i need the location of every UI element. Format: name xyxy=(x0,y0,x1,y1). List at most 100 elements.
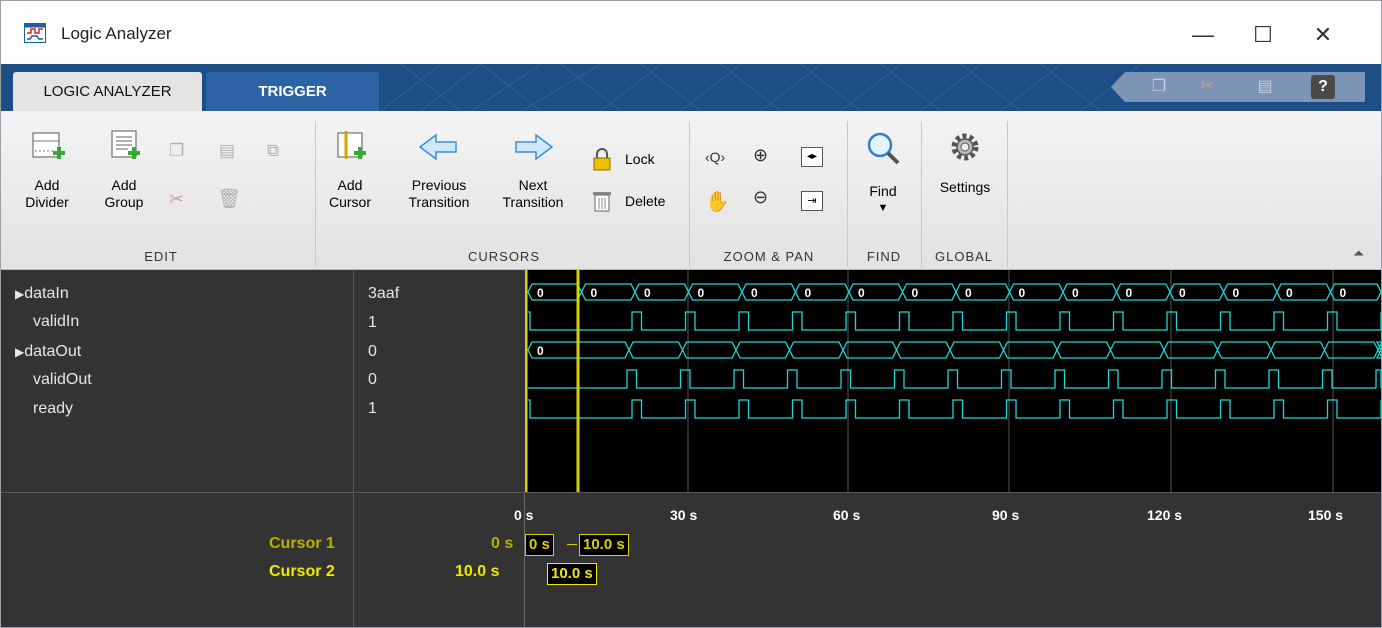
logic-analyzer-app-icon xyxy=(24,23,46,43)
zoom-cursors-icon[interactable]: ⇥ xyxy=(801,191,823,211)
bus-value-label: 0 xyxy=(1233,286,1240,300)
add-group-label-1: Add xyxy=(111,177,137,193)
expand-arrow-icon[interactable]: ▶ xyxy=(15,345,24,359)
add-cursor-button[interactable]: Add Cursor xyxy=(321,129,379,211)
tab-logic-analyzer[interactable]: LOGIC ANALYZER xyxy=(13,72,202,111)
lock-button[interactable] xyxy=(591,147,613,174)
collapse-toolstrip-icon[interactable]: ⏶ xyxy=(1353,245,1364,262)
add-group-button[interactable]: Add Group xyxy=(99,129,149,211)
waveform-canvas[interactable]: 0 0 0 0 0 0 0 0 0 0 0 0 0 0 0 0 0 xyxy=(524,270,1381,492)
bus-value-label: 0 xyxy=(858,286,865,300)
copy-icon[interactable]: ❐ xyxy=(1147,75,1171,99)
copy-icon[interactable]: ❐ xyxy=(169,141,184,161)
zoom-in-icon[interactable]: ⊕ xyxy=(753,145,768,166)
delete-signal-icon[interactable]: 🗑 xyxy=(217,187,241,211)
signal-name: validIn xyxy=(33,313,80,330)
signal-name: dataOut xyxy=(24,343,82,360)
bus-value-label: 0 xyxy=(805,286,812,300)
previous-transition-button[interactable]: Previous Transition xyxy=(397,129,481,211)
signal-row-validout[interactable]: validOut xyxy=(33,371,92,389)
close-button[interactable]: ✕ xyxy=(1303,15,1343,55)
next-transition-label-1: Next xyxy=(518,177,548,193)
cursor-1-name[interactable]: Cursor 1 xyxy=(269,535,335,553)
expand-arrow-icon[interactable]: ▶ xyxy=(15,287,24,301)
bus-value-label: 0 xyxy=(1286,286,1293,300)
arrow-left-icon xyxy=(418,133,457,161)
cut-icon[interactable]: ✂ xyxy=(1195,75,1219,99)
separator xyxy=(315,121,316,267)
signal-row-ready[interactable]: ready xyxy=(33,400,73,418)
zoom-auto-icon[interactable]: ‹Q› xyxy=(705,149,725,165)
cursor-1-marker[interactable]: 0 s xyxy=(525,534,554,556)
delete-cursor-button[interactable] xyxy=(591,189,613,216)
find-dropdown-icon[interactable]: ▼ xyxy=(853,200,913,217)
title-bar: Logic Analyzer — ☐ ✕ xyxy=(1,1,1381,64)
minimize-icon: — xyxy=(1192,22,1214,47)
separator xyxy=(921,121,922,267)
bus-value-label: 0 xyxy=(537,344,544,358)
find-button[interactable]: Find ▼ xyxy=(853,129,913,217)
tab-trigger[interactable]: TRIGGER xyxy=(206,72,379,111)
pulse-signal xyxy=(528,311,1381,331)
add-cursor-icon xyxy=(337,131,366,159)
signal-name: validOut xyxy=(33,371,92,388)
minimize-button[interactable]: — xyxy=(1183,15,1223,55)
bus-value-label: 0 xyxy=(1179,286,1186,300)
bus-value-label: 0 xyxy=(698,286,705,300)
add-cursor-label-1: Add xyxy=(337,177,363,193)
signal-row-dataout[interactable]: ▶dataOut xyxy=(15,343,81,361)
cut-icon[interactable]: ✂ xyxy=(169,189,184,210)
signal-panel: ▶dataIn validIn ▶dataOut validOut ready … xyxy=(1,270,1381,492)
maximize-button[interactable]: ☐ xyxy=(1243,15,1283,55)
delta-connector xyxy=(567,544,577,545)
bus-value-label: 0 xyxy=(1340,286,1347,300)
fit-to-view-icon[interactable]: ◂▸ xyxy=(801,147,823,167)
bus-value-label: 0 xyxy=(644,286,651,300)
group-label-find: FIND xyxy=(866,249,902,264)
signal-value: 0 xyxy=(368,371,377,388)
paste-icon[interactable]: ▤ xyxy=(1253,75,1277,99)
duplicate-icon[interactable]: ⧉ xyxy=(267,141,279,161)
cursor-2-name[interactable]: Cursor 2 xyxy=(269,563,335,581)
window-title: Logic Analyzer xyxy=(61,24,172,43)
quick-access-toolbar: ❐ ✂ ▤ ? xyxy=(1111,72,1365,102)
ribbon-tab-strip: LOGIC ANALYZER TRIGGER ❐ ✂ ▤ ? xyxy=(1,64,1381,111)
time-tick: 60 s xyxy=(833,507,861,523)
settings-button[interactable]: Settings xyxy=(927,129,1003,196)
signal-row-datain[interactable]: ▶dataIn xyxy=(15,285,69,303)
pan-hand-icon[interactable]: ✋ xyxy=(705,189,730,214)
add-divider-label-2: Divider xyxy=(25,194,69,210)
separator xyxy=(689,121,690,267)
previous-transition-label-2: Transition xyxy=(408,194,470,210)
zoom-out-icon[interactable]: ⊖ xyxy=(753,187,768,208)
separator xyxy=(1007,121,1008,267)
add-divider-button[interactable]: Add Divider xyxy=(17,129,77,211)
add-cursor-label-2: Cursor xyxy=(328,194,371,210)
next-transition-button[interactable]: Next Transition xyxy=(491,129,575,211)
cursor-panel: 0 s 30 s 60 s 90 s 120 s 150 s Cursor 1 … xyxy=(1,492,1381,627)
help-button[interactable]: ? xyxy=(1311,75,1335,99)
bus-value-label: 0 xyxy=(751,286,758,300)
close-icon: ✕ xyxy=(1313,22,1333,47)
trash-icon xyxy=(593,192,611,212)
pulse-signal xyxy=(528,369,1381,389)
bus-value-label: 0 xyxy=(1126,286,1133,300)
delete-label[interactable]: Delete xyxy=(625,193,665,209)
bus-value-label: 0 xyxy=(965,286,972,300)
bus-value-label: 0 xyxy=(912,286,919,300)
cursor-2-marker[interactable]: 10.0 s xyxy=(547,563,597,585)
add-divider-label-1: Add xyxy=(34,177,60,193)
magnifier-icon xyxy=(867,132,900,165)
lock-icon xyxy=(593,148,611,171)
signal-name: ready xyxy=(33,400,74,417)
bus-segment xyxy=(527,341,1381,359)
group-label-edit: EDIT xyxy=(144,249,178,264)
maximize-icon: ☐ xyxy=(1253,22,1273,47)
group-label-global: GLOBAL xyxy=(934,249,994,264)
waveform-display[interactable]: 0 0 0 0 0 0 0 0 0 0 0 0 0 0 0 0 0 xyxy=(524,270,1381,492)
lock-label[interactable]: Lock xyxy=(625,151,655,167)
time-tick: 90 s xyxy=(992,507,1020,523)
paste-icon[interactable]: ▤ xyxy=(219,141,235,161)
signal-row-validin[interactable]: validIn xyxy=(33,313,79,331)
signal-value: 1 xyxy=(368,314,377,331)
